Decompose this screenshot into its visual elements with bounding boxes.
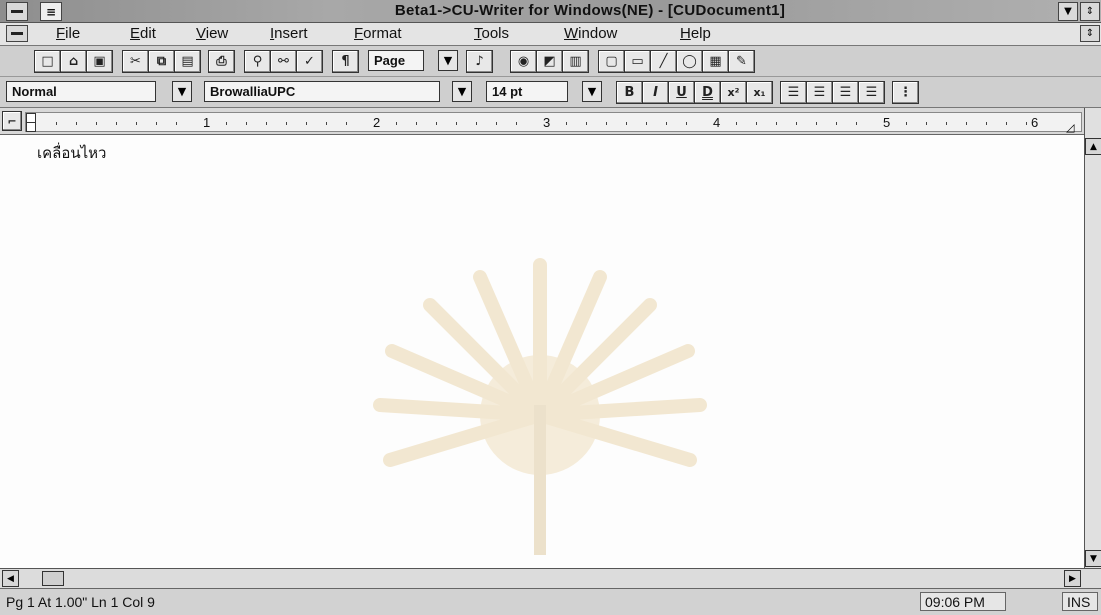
frame-icon[interactable]: ▢: [598, 50, 625, 73]
ruler-number-6: 6: [1031, 115, 1039, 130]
menu-tools[interactable]: Tools: [474, 25, 509, 42]
ruler-number-2: 2: [373, 115, 381, 130]
zoom-icon[interactable]: ◉: [510, 50, 537, 73]
horizontal-scrollbar[interactable]: ◀ ▶: [0, 568, 1101, 588]
font-select[interactable]: BrowalliaUPC: [204, 81, 440, 102]
status-bar: Pg 1 At 1.00" Ln 1 Col 9 09:06 PM INS: [0, 588, 1101, 615]
scroll-left-arrow-icon[interactable]: ◀: [2, 570, 19, 587]
formatting-toolbar: Normal ▼ BrowalliaUPC ▼ 14 pt ▼ B I U D …: [0, 77, 1101, 108]
document-icon: ≡: [40, 2, 62, 21]
application-window: ≡ Beta1->CU-Writer for Windows(NE) - [CU…: [0, 0, 1101, 615]
right-indent-marker[interactable]: ◿: [1066, 121, 1074, 134]
system-menu-button[interactable]: [6, 2, 28, 21]
watermark-seal-icon: [373, 258, 707, 555]
font-size-select[interactable]: 14 pt: [486, 81, 568, 102]
subscript-button[interactable]: x₁: [746, 81, 773, 104]
view-mode-select[interactable]: Page: [368, 50, 424, 71]
menu-help[interactable]: Help: [680, 25, 711, 42]
style-dropdown-arrow-icon[interactable]: ▼: [172, 81, 192, 102]
window-title: Beta1->CU-Writer for Windows(NE) - [CUDo…: [394, 2, 786, 19]
double-underline-button[interactable]: D: [694, 81, 721, 104]
print-icon[interactable]: ⎙: [208, 50, 235, 73]
scroll-down-arrow-icon[interactable]: ▼: [1085, 550, 1101, 567]
ellipse-icon[interactable]: ◯: [676, 50, 703, 73]
ruler-number-1: 1: [203, 115, 211, 130]
rectangle-icon[interactable]: ▭: [624, 50, 651, 73]
document-text[interactable]: เคลื่อนไหว: [37, 141, 106, 165]
menu-view[interactable]: View: [196, 25, 228, 42]
document-editor[interactable]: เคลื่อนไหว: [0, 135, 1084, 568]
cursor-position-status: Pg 1 At 1.00" Ln 1 Col 9: [6, 594, 155, 610]
view-dropdown-arrow-icon[interactable]: ▼: [438, 50, 458, 71]
system-menu-icon: [11, 10, 23, 13]
italic-button[interactable]: I: [642, 81, 669, 104]
find-icon[interactable]: ⚲: [244, 50, 271, 73]
align-justify-icon[interactable]: ☰: [858, 81, 885, 104]
ruler-number-4: 4: [713, 115, 721, 130]
first-line-indent-marker[interactable]: [26, 122, 36, 132]
underline-button[interactable]: U: [668, 81, 695, 104]
insert-mode-status[interactable]: INS: [1062, 592, 1098, 611]
ruler-number-3: 3: [543, 115, 551, 130]
document-restore-button[interactable]: ⇕: [1080, 25, 1100, 42]
align-center-icon[interactable]: ☰: [806, 81, 833, 104]
align-right-icon[interactable]: ☰: [832, 81, 859, 104]
menu-edit[interactable]: Edit: [130, 25, 156, 42]
doc-menu-icon: [11, 32, 23, 35]
menu-window[interactable]: Window: [564, 25, 617, 42]
title-bar: ≡ Beta1->CU-Writer for Windows(NE) - [CU…: [0, 0, 1101, 23]
font-dropdown-arrow-icon[interactable]: ▼: [452, 81, 472, 102]
size-dropdown-arrow-icon[interactable]: ▼: [582, 81, 602, 102]
clock-status: 09:06 PM: [920, 592, 1006, 611]
new-file-icon[interactable]: □: [34, 50, 61, 73]
menu-insert[interactable]: Insert: [270, 25, 308, 42]
align-left-icon[interactable]: ☰: [780, 81, 807, 104]
ruler-strip[interactable]: 1 2 3 4 5 6 ◿: [25, 112, 1082, 134]
table-grid-icon[interactable]: ▦: [702, 50, 729, 73]
drawing-tool-icon[interactable]: ✎: [728, 50, 755, 73]
chart-icon[interactable]: ◩: [536, 50, 563, 73]
menu-file[interactable]: File: [56, 25, 80, 42]
line-icon[interactable]: ╱: [650, 50, 677, 73]
tab-stop-icon[interactable]: ⌐: [2, 111, 22, 131]
standard-toolbar: □ ⌂ ▣ ✂ ⧉ ▤ ⎙ ⚲ ⚯ ✓ ¶ Page ▼ ♪ ◉ ◩ ▥ ▢ ▭…: [0, 46, 1101, 77]
style-select[interactable]: Normal: [6, 81, 156, 102]
menu-format[interactable]: Format: [354, 25, 402, 42]
bullet-list-icon[interactable]: ⋮: [892, 81, 919, 104]
scroll-up-arrow-icon[interactable]: ▲: [1085, 138, 1101, 155]
music-note-icon[interactable]: ♪: [466, 50, 493, 73]
replace-icon[interactable]: ⚯: [270, 50, 297, 73]
open-folder-icon[interactable]: ⌂: [60, 50, 87, 73]
ruler: ⌐ 1 2 3 4 5 6 ◿: [0, 108, 1084, 135]
document-control-menu[interactable]: [6, 25, 28, 42]
superscript-button[interactable]: x²: [720, 81, 747, 104]
thai-wrap-icon[interactable]: ¶: [332, 50, 359, 73]
scroll-right-arrow-icon[interactable]: ▶: [1064, 570, 1081, 587]
bold-button[interactable]: B: [616, 81, 643, 104]
minimize-button[interactable]: ▼: [1058, 2, 1078, 21]
horizontal-scroll-thumb[interactable]: [42, 571, 64, 586]
save-disk-icon[interactable]: ▣: [86, 50, 113, 73]
paste-icon[interactable]: ▤: [174, 50, 201, 73]
spell-check-icon[interactable]: ✓: [296, 50, 323, 73]
ruler-number-5: 5: [883, 115, 891, 130]
vertical-scrollbar[interactable]: ▲ ▼: [1084, 108, 1101, 568]
restore-button[interactable]: ⇕: [1080, 2, 1100, 21]
cut-icon[interactable]: ✂: [122, 50, 149, 73]
menu-bar: File Edit View Insert Format Tools Windo…: [0, 23, 1101, 46]
columns-icon[interactable]: ▥: [562, 50, 589, 73]
copy-icon[interactable]: ⧉: [148, 50, 175, 73]
